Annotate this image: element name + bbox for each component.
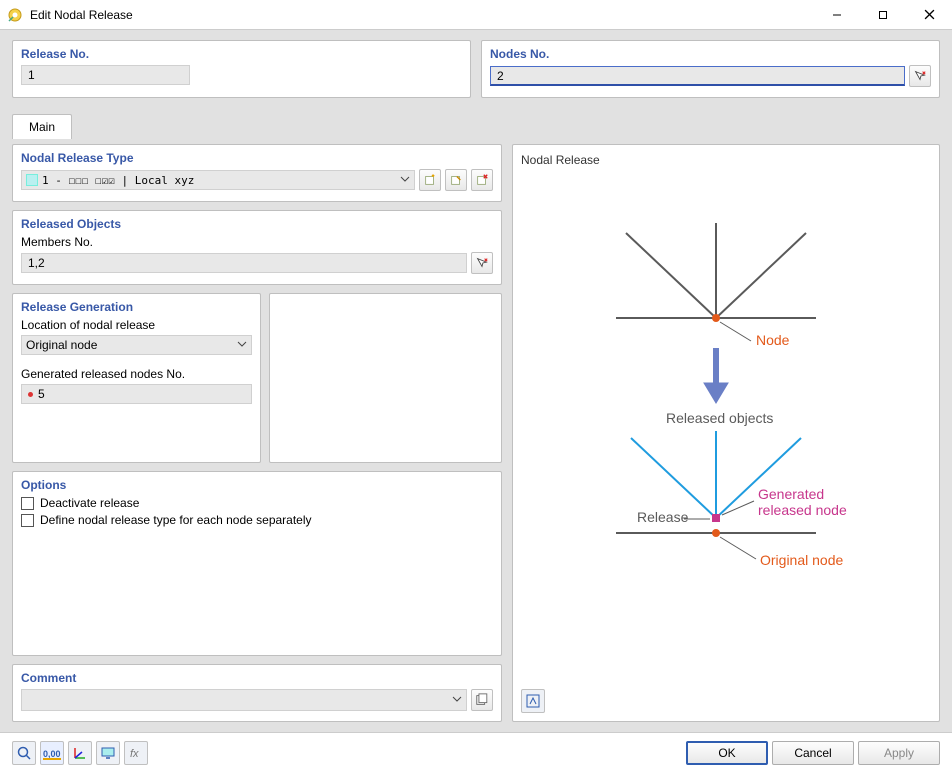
node-dot-icon (28, 392, 33, 397)
diagram-original-node-label: Original node (760, 552, 843, 568)
preview-settings-button[interactable] (521, 689, 545, 713)
nodes-no-group: Nodes No. (481, 40, 940, 98)
location-label: Location of nodal release (21, 318, 252, 332)
top-fields: Release No. Nodes No. (12, 40, 940, 98)
released-objects-group: Released Objects Members No. (12, 210, 502, 285)
window-title: Edit Nodal Release (30, 8, 814, 22)
comment-library-button[interactable] (471, 689, 493, 711)
generated-nodes-value: 5 (38, 387, 45, 401)
release-no-label: Release No. (21, 47, 462, 61)
display-button[interactable] (96, 741, 120, 765)
cancel-button[interactable]: Cancel (772, 741, 854, 765)
help-button[interactable] (12, 741, 36, 765)
diagram-released-objects-label: Released objects (666, 410, 773, 426)
script-button[interactable]: fx (124, 741, 148, 765)
preview-footer (521, 689, 931, 713)
comment-combo[interactable] (21, 689, 467, 711)
dialog-footer: 0,00 fx OK Cancel Apply (0, 732, 952, 772)
preview-title: Nodal Release (521, 153, 931, 167)
diagram-release-label: Release (637, 509, 689, 525)
release-generation-group: Release Generation Location of nodal rel… (12, 293, 261, 463)
options-label: Options (21, 478, 493, 492)
ok-button[interactable]: OK (686, 741, 768, 765)
apply-button[interactable]: Apply (858, 741, 940, 765)
nodal-release-type-value: 1 - ☐☐☐ ☐☑☑ | Local xyz (42, 174, 194, 187)
nodes-no-label: Nodes No. (490, 47, 931, 61)
diagram-generated-label-1: Generated (758, 486, 824, 502)
nodal-release-type-group: Nodal Release Type 1 - ☐☐☐ ☐☑☑ | Local x… (12, 144, 502, 202)
options-group: Options Deactivate release Define nodal … (12, 471, 502, 656)
comment-label: Comment (21, 671, 493, 685)
content-area: Nodal Release Type 1 - ☐☐☐ ☐☑☑ | Local x… (12, 144, 940, 722)
empty-panel (269, 293, 502, 463)
release-generation-row: Release Generation Location of nodal rel… (12, 293, 502, 463)
edit-type-button[interactable] (445, 169, 467, 191)
tab-bar: Main (12, 110, 940, 138)
titlebar: Edit Nodal Release (0, 0, 952, 30)
members-no-label: Members No. (21, 235, 493, 249)
preview-panel: Nodal Release Node (512, 144, 940, 722)
delete-type-button[interactable] (471, 169, 493, 191)
chevron-down-icon (400, 173, 410, 187)
minimize-button[interactable] (814, 0, 860, 29)
dialog-body: Release No. Nodes No. Main Nodal Release… (0, 30, 952, 732)
pick-nodes-button[interactable] (909, 65, 931, 87)
left-column: Nodal Release Type 1 - ☐☐☐ ☐☑☑ | Local x… (12, 144, 502, 722)
nodal-release-type-select[interactable]: 1 - ☐☐☐ ☐☑☑ | Local xyz (21, 170, 415, 190)
nodal-release-type-label: Nodal Release Type (21, 151, 493, 165)
right-column: Nodal Release Node (512, 144, 940, 722)
close-button[interactable] (906, 0, 952, 29)
diagram-generated-label-2: released node (758, 502, 847, 518)
svg-text:0,00: 0,00 (43, 749, 61, 759)
generated-nodes-label: Generated released nodes No. (21, 367, 252, 381)
define-each-node-checkbox[interactable]: Define nodal release type for each node … (21, 513, 493, 527)
location-select[interactable]: Original node (21, 335, 252, 355)
new-type-button[interactable] (419, 169, 441, 191)
checkbox-icon (21, 497, 34, 510)
chevron-down-icon (452, 693, 462, 707)
nodal-release-diagram: Node Released objects (521, 167, 931, 689)
location-value: Original node (26, 338, 97, 352)
deactivate-release-label: Deactivate release (40, 496, 139, 510)
type-color-swatch (26, 174, 38, 186)
deactivate-release-checkbox[interactable]: Deactivate release (21, 496, 493, 510)
chevron-down-icon (237, 338, 247, 352)
maximize-button[interactable] (860, 0, 906, 29)
release-no-input[interactable] (21, 65, 190, 85)
release-generation-label: Release Generation (21, 300, 252, 314)
generated-nodes-field: 5 (21, 384, 252, 404)
tab-main[interactable]: Main (12, 114, 72, 139)
pick-members-button[interactable] (471, 252, 493, 274)
window-controls (814, 0, 952, 29)
checkbox-icon (21, 514, 34, 527)
members-no-input[interactable] (21, 253, 467, 273)
define-each-node-label: Define nodal release type for each node … (40, 513, 312, 527)
comment-group: Comment (12, 664, 502, 722)
units-button[interactable]: 0,00 (40, 741, 64, 765)
released-objects-label: Released Objects (21, 217, 493, 231)
diagram-node-label: Node (756, 332, 790, 348)
svg-text:fx: fx (130, 748, 139, 760)
release-no-group: Release No. (12, 40, 471, 98)
app-icon (7, 7, 23, 23)
nodes-no-input[interactable] (490, 66, 905, 86)
coordinates-button[interactable] (68, 741, 92, 765)
